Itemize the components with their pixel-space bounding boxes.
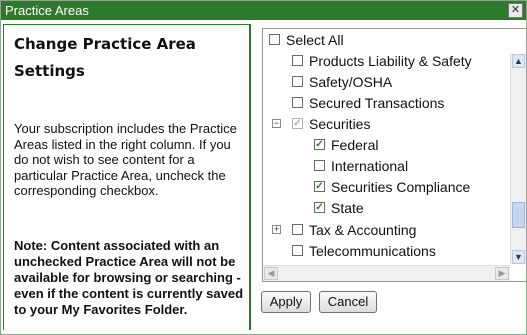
collapse-icon[interactable]: − (272, 119, 281, 128)
practice-areas-dialog: Practice Areas ✕ Change Practice Area Se… (0, 0, 527, 335)
checkbox[interactable] (292, 224, 303, 235)
list-item-label: Products Liability & Safety (309, 53, 472, 69)
select-all-label: Select All (286, 32, 344, 48)
scroll-right-icon[interactable]: ▶ (495, 267, 509, 280)
vertical-scrollbar[interactable]: ▲ ▼ (510, 54, 526, 264)
list-item-label: Tax & Accounting (309, 222, 417, 238)
horizontal-scrollbar[interactable]: ◀ ▶ (263, 265, 510, 281)
cancel-button[interactable]: Cancel (319, 291, 377, 313)
apply-button[interactable]: Apply (261, 291, 311, 313)
scroll-down-icon[interactable]: ▼ (512, 250, 525, 264)
panel-heading: Change Practice Area Settings (14, 35, 196, 80)
dialog-title: Practice Areas (5, 3, 89, 18)
scroll-thumb[interactable] (512, 202, 525, 228)
title-bar: Practice Areas ✕ (1, 1, 526, 20)
close-icon[interactable]: ✕ (508, 3, 523, 18)
list-item-label: State (331, 200, 364, 216)
checkbox[interactable] (314, 160, 325, 171)
checkbox[interactable]: ✓ (314, 139, 325, 150)
select-all-checkbox[interactable] (269, 34, 280, 45)
practice-area-list[interactable]: Select All Products Liability & Safety S… (262, 28, 527, 282)
scroll-up-icon[interactable]: ▲ (512, 54, 525, 68)
expand-icon[interactable]: + (272, 225, 281, 234)
checkbox[interactable]: ✓ (314, 202, 325, 213)
checkbox[interactable]: ✓ (314, 181, 325, 192)
checkbox[interactable] (292, 245, 303, 256)
list-item-label: Telecommunications (309, 243, 436, 259)
panel-description: Your subscription includes the Practice … (14, 121, 237, 198)
list-item-label: Federal (331, 137, 379, 153)
scroll-left-icon[interactable]: ◀ (264, 267, 278, 280)
list-item-label: International (331, 158, 409, 174)
list-item-label: Securities Compliance (331, 179, 471, 195)
checkbox[interactable] (292, 76, 303, 87)
checkbox[interactable] (292, 55, 303, 66)
list-item-label: Securities (309, 116, 371, 132)
list-item-label: Secured Transactions (309, 95, 445, 111)
panel-note: Note: Content associated with an uncheck… (14, 238, 244, 317)
checkbox[interactable] (292, 97, 303, 108)
list-item-label: Safety/OSHA (309, 74, 393, 90)
info-panel: Change Practice Area Settings Your subsc… (3, 24, 251, 330)
checkbox: ✓ (292, 118, 303, 129)
